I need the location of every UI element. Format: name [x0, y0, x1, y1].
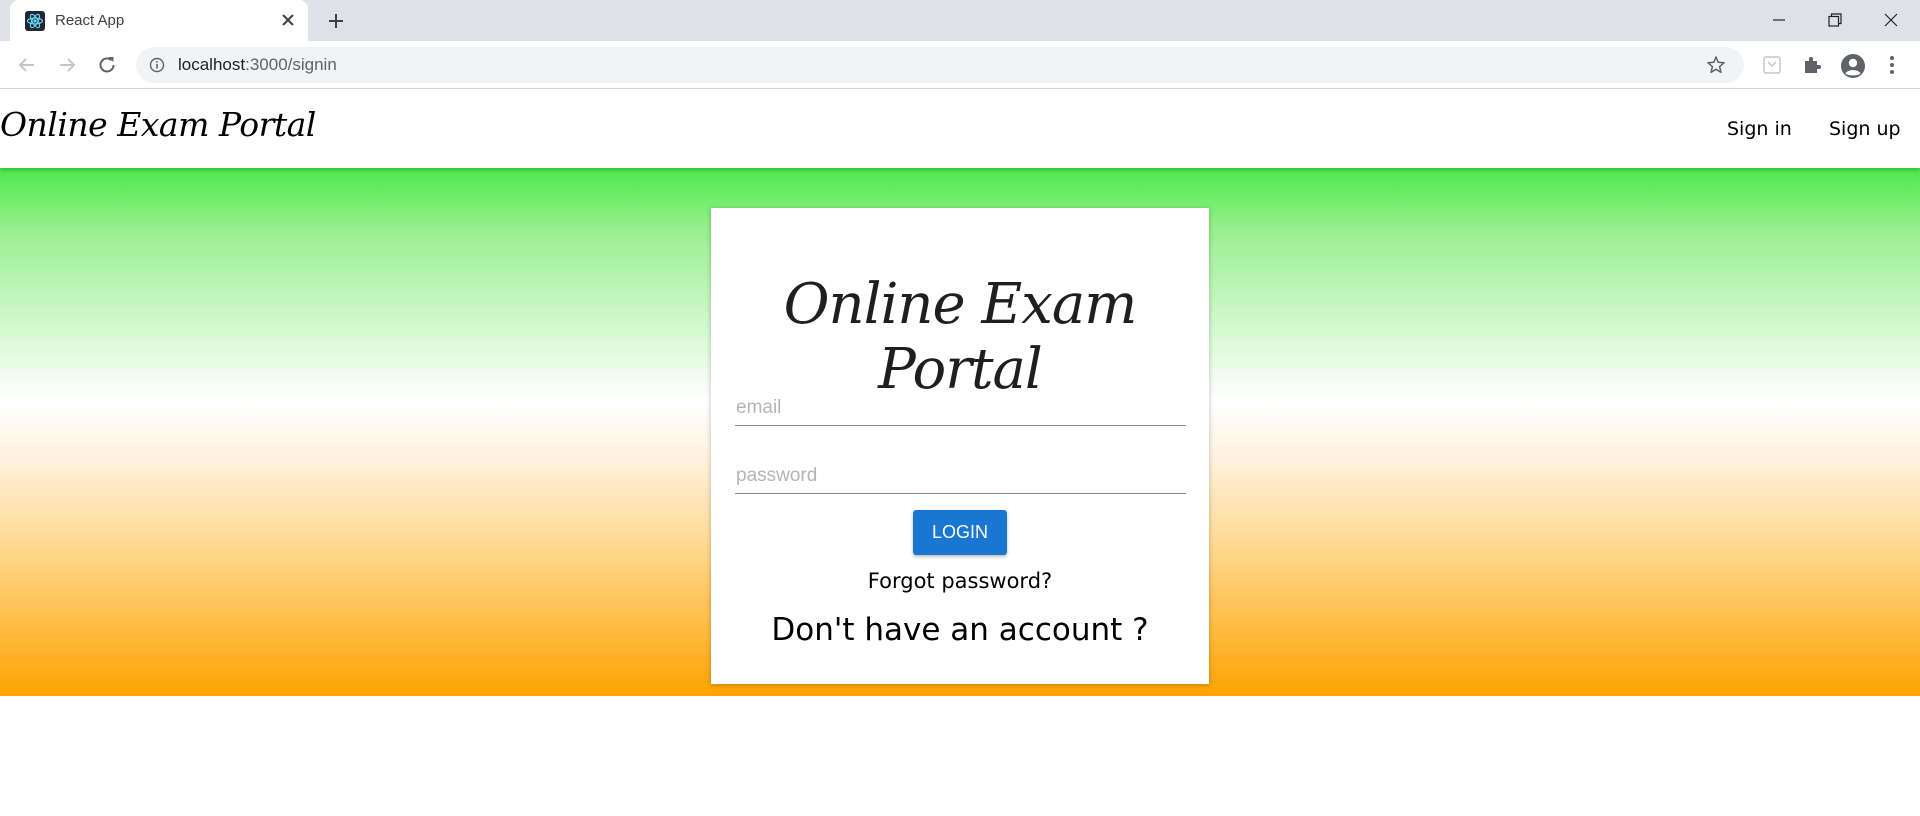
url-path: :3000/signin: [245, 55, 337, 74]
reload-icon[interactable]: [95, 53, 119, 77]
more-vert-icon[interactable]: [1880, 53, 1904, 77]
restore-icon[interactable]: [1806, 0, 1862, 41]
card-title: Online Exam Portal: [783, 272, 1138, 402]
plus-icon[interactable]: [326, 11, 346, 31]
close-icon[interactable]: [280, 12, 296, 28]
nav-signin-link[interactable]: Sign in: [1727, 118, 1792, 140]
signup-prompt-link[interactable]: Don't have an account ?: [711, 612, 1209, 648]
browser-toolbar: localhost:3000/signin: [0, 41, 1920, 89]
profile-icon[interactable]: [1840, 53, 1865, 78]
browser-tab[interactable]: React App: [10, 0, 308, 41]
browser-tab-strip: React App: [0, 0, 1920, 41]
password-field[interactable]: [735, 458, 1186, 494]
url-text: localhost:3000/signin: [178, 55, 337, 75]
nav-signup-link[interactable]: Sign up: [1829, 118, 1901, 140]
login-button[interactable]: LOGIN: [913, 510, 1007, 555]
app-header: Online Exam Portal Sign in Sign up: [0, 89, 1920, 168]
star-icon[interactable]: [1706, 55, 1726, 75]
forgot-password-link[interactable]: Forgot password?: [711, 569, 1209, 593]
forward-arrow-icon[interactable]: [55, 53, 79, 77]
tab-title: React App: [55, 12, 125, 29]
close-window-icon[interactable]: [1862, 0, 1918, 41]
back-arrow-icon[interactable]: [15, 53, 39, 77]
puzzle-icon[interactable]: [1800, 53, 1824, 77]
login-card: Online Exam Portal LOGIN Forgot password…: [711, 208, 1209, 684]
email-field[interactable]: [735, 390, 1186, 426]
url-host: localhost: [178, 55, 246, 74]
extension-icon[interactable]: [1760, 53, 1784, 77]
address-bar[interactable]: localhost:3000/signin: [136, 47, 1744, 83]
info-icon[interactable]: [149, 57, 165, 73]
minimize-icon[interactable]: [1750, 0, 1806, 41]
brand-logo-text[interactable]: Online Exam Portal: [0, 105, 316, 144]
react-favicon-icon: [25, 11, 45, 31]
